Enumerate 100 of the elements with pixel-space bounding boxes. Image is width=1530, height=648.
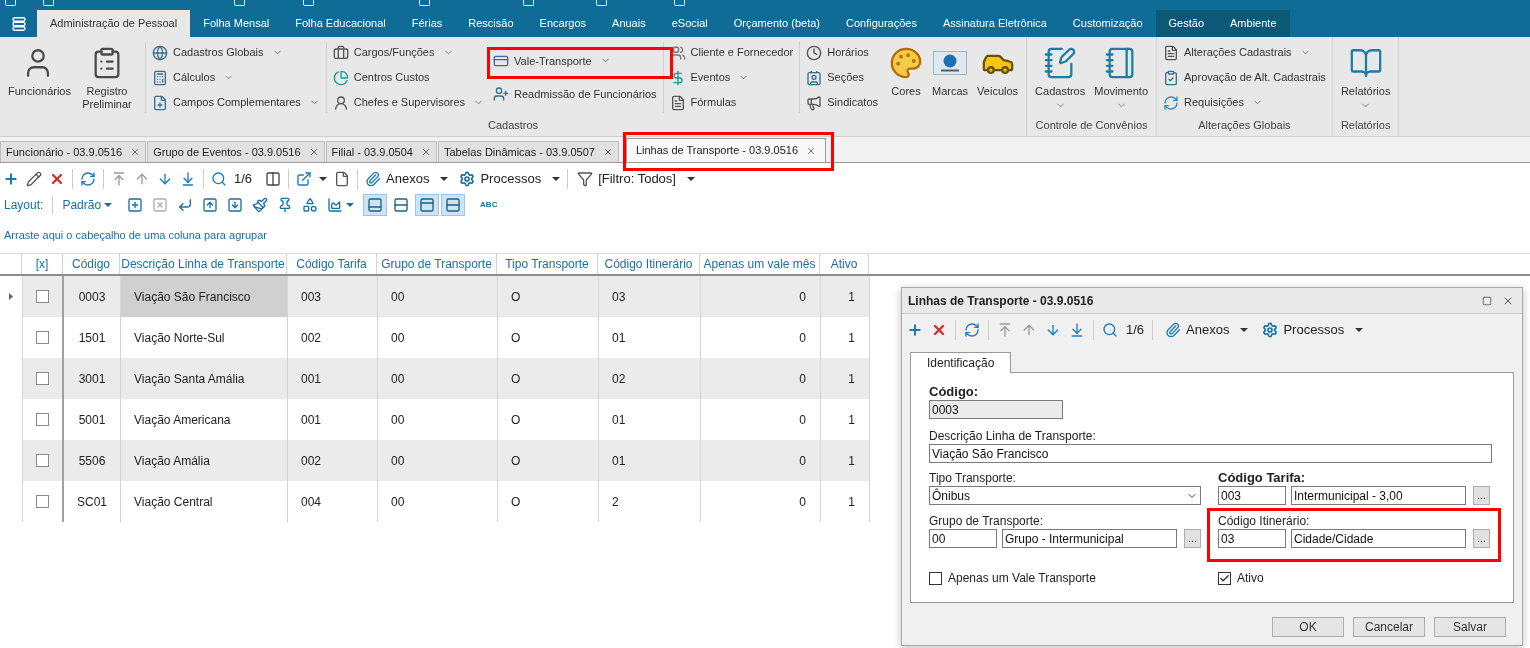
document-tab[interactable]: Filial - 03.9.0504 bbox=[325, 141, 437, 162]
ribbon-button[interactable]: Alterações Cadastrais bbox=[1163, 40, 1311, 65]
text-tool-button[interactable]: ABC bbox=[480, 199, 498, 211]
menu-tab[interactable]: Customização bbox=[1059, 10, 1156, 37]
arrow-up-to-line-icon[interactable] bbox=[111, 171, 127, 187]
column-header[interactable]: Grupo de Transporte bbox=[377, 254, 497, 274]
text-field[interactable]: Cidade/Cidade bbox=[1291, 529, 1466, 548]
dialog-tab[interactable]: Identificação bbox=[910, 352, 1012, 373]
checkbox[interactable] bbox=[929, 571, 942, 585]
layout-toggle[interactable] bbox=[363, 194, 388, 216]
caret-icon[interactable] bbox=[319, 177, 328, 181]
export-icon[interactable] bbox=[296, 171, 313, 187]
row-checkbox[interactable] bbox=[36, 290, 49, 303]
table-row[interactable]: 5506 Viação Amália 002 00 O 01 0 1 bbox=[22, 440, 870, 481]
maximize-icon[interactable] bbox=[1482, 295, 1492, 306]
document-tab[interactable]: Grupo de Eventos - 03.9.0516 bbox=[147, 141, 325, 162]
paintbrush-icon[interactable] bbox=[252, 197, 269, 213]
square-arrow-up-icon[interactable] bbox=[202, 197, 219, 213]
ribbon-button[interactable]: Cálculos bbox=[152, 65, 235, 90]
menu-tab[interactable]: Gestão bbox=[1155, 10, 1218, 37]
lookup-button[interactable]: ... bbox=[1473, 529, 1490, 548]
column-header[interactable]: Descrição Linha de Transporte bbox=[120, 254, 287, 274]
arrow-down-to-line-icon[interactable] bbox=[1069, 322, 1085, 338]
menu-icon[interactable] bbox=[11, 16, 26, 31]
ribbon-button[interactable]: Sindicatos bbox=[806, 90, 879, 115]
close-icon[interactable] bbox=[130, 147, 141, 157]
row-checkbox[interactable] bbox=[36, 454, 49, 467]
ribbon-button[interactable]: Horários bbox=[806, 40, 869, 65]
menu-tab[interactable]: Assinatura Eletrônica bbox=[929, 10, 1060, 37]
ribbon-button[interactable]: Requisições bbox=[1163, 90, 1263, 115]
menu-tab[interactable]: Administração de Pessoal bbox=[37, 10, 191, 37]
row-checkbox[interactable] bbox=[36, 372, 49, 385]
column-header[interactable]: Tipo Transporte bbox=[497, 254, 598, 274]
column-header[interactable]: Código Tarifa bbox=[287, 254, 377, 274]
pencil-icon[interactable] bbox=[26, 171, 42, 187]
text-field[interactable]: 03 bbox=[1218, 529, 1286, 548]
filter-button[interactable]: [Filtro: Todos] bbox=[577, 169, 695, 189]
table-row[interactable]: SC01 Viação Central 004 00 O 2 0 1 bbox=[22, 481, 870, 522]
table-row[interactable]: 1501 Viação Norte-Sul 002 00 O 01 0 1 bbox=[22, 317, 870, 358]
refresh-icon[interactable] bbox=[80, 171, 96, 187]
dialog-button[interactable]: Cancelar bbox=[1353, 617, 1425, 637]
search-icon[interactable] bbox=[1102, 322, 1118, 338]
menu-tab[interactable]: Férias bbox=[398, 10, 456, 37]
arrow-up-to-line-icon[interactable] bbox=[997, 322, 1013, 338]
text-field[interactable]: 00 bbox=[929, 529, 997, 548]
menu-tab[interactable]: Configurações bbox=[832, 10, 930, 37]
ribbon-button[interactable]: Vale-Transporte bbox=[493, 48, 611, 74]
dropdown-field[interactable]: Ônibus bbox=[929, 486, 1201, 505]
layout-preset-dropdown[interactable]: Padrão bbox=[62, 196, 113, 214]
ribbon-button[interactable]: Cadastros Globais bbox=[152, 40, 283, 65]
text-field[interactable]: 003 bbox=[1218, 486, 1286, 505]
add-icon[interactable] bbox=[907, 322, 923, 338]
square-arrow-down-icon[interactable] bbox=[227, 197, 244, 213]
ribbon-button[interactable]: Chefes e Supervisores bbox=[332, 90, 485, 115]
dialog-button[interactable]: OK bbox=[1272, 617, 1344, 637]
ribbon-button[interactable]: Readmissão de Funcionários bbox=[493, 81, 657, 107]
menu-tab[interactable]: Ambiente bbox=[1217, 10, 1290, 37]
table-row[interactable]: 5001 Viação Americana 001 00 O 01 0 1 bbox=[22, 399, 870, 440]
ribbon-button[interactable]: Centros Custos bbox=[332, 65, 430, 90]
add-icon[interactable] bbox=[3, 171, 19, 187]
row-checkbox[interactable] bbox=[36, 331, 49, 344]
processes-button[interactable]: Processos bbox=[1262, 320, 1364, 340]
menu-tab[interactable]: Rescisão bbox=[455, 10, 527, 37]
area-chart-icon[interactable] bbox=[327, 197, 344, 213]
row-checkbox[interactable] bbox=[36, 495, 49, 508]
menu-tab[interactable]: Orçamento (beta) bbox=[720, 10, 833, 37]
ribbon-large-button[interactable]: Registro Preliminar bbox=[75, 40, 139, 111]
ribbon-button[interactable]: Seções bbox=[806, 65, 864, 90]
column-header[interactable]: Código Itinerário bbox=[598, 254, 700, 274]
menu-tab[interactable]: Anuais bbox=[599, 10, 659, 37]
ribbon-large-button[interactable]: Cores bbox=[887, 40, 926, 98]
column-header[interactable]: Código bbox=[63, 254, 120, 274]
layout-toggle[interactable] bbox=[415, 194, 440, 216]
return-arrow-icon[interactable] bbox=[177, 197, 194, 213]
ribbon-button[interactable]: Campos Complementares bbox=[152, 90, 320, 115]
search-icon[interactable] bbox=[211, 171, 227, 187]
row-checkbox[interactable] bbox=[36, 413, 49, 426]
close-icon[interactable] bbox=[806, 145, 816, 156]
document-tab[interactable]: Linhas de Transporte - 03.9.0516 bbox=[625, 138, 826, 162]
column-header[interactable]: [x] bbox=[22, 254, 63, 274]
close-icon[interactable] bbox=[308, 147, 319, 157]
ribbon-large-button[interactable]: Relatórios bbox=[1338, 40, 1393, 111]
menu-tab[interactable]: Encargos bbox=[526, 10, 600, 37]
ribbon-large-button[interactable]: Movimento bbox=[1092, 40, 1150, 111]
refresh-icon[interactable] bbox=[964, 322, 980, 338]
dialog-button[interactable]: Salvar bbox=[1434, 617, 1506, 637]
ribbon-large-button[interactable]: Cadastros bbox=[1033, 40, 1088, 111]
lookup-button[interactable]: ... bbox=[1184, 529, 1201, 548]
text-field[interactable]: 0003 bbox=[929, 400, 1063, 419]
menu-tab[interactable]: eSocial bbox=[658, 10, 721, 37]
square-plus-icon[interactable] bbox=[127, 197, 144, 213]
text-field[interactable]: Intermunicipal - 3,00 bbox=[1291, 486, 1466, 505]
document-tab[interactable]: Funcionário - 03.9.0516 bbox=[0, 141, 147, 162]
arrow-down-icon[interactable] bbox=[157, 171, 173, 187]
attachments-button[interactable]: Anexos bbox=[365, 169, 449, 189]
ribbon-button[interactable]: Eventos bbox=[669, 65, 750, 90]
close-icon[interactable] bbox=[420, 147, 431, 157]
column-header[interactable]: Apenas um vale mês bbox=[700, 254, 820, 274]
ribbon-button[interactable]: Fórmulas bbox=[669, 90, 737, 115]
ribbon-large-button[interactable]: Funcionários bbox=[6, 40, 70, 98]
